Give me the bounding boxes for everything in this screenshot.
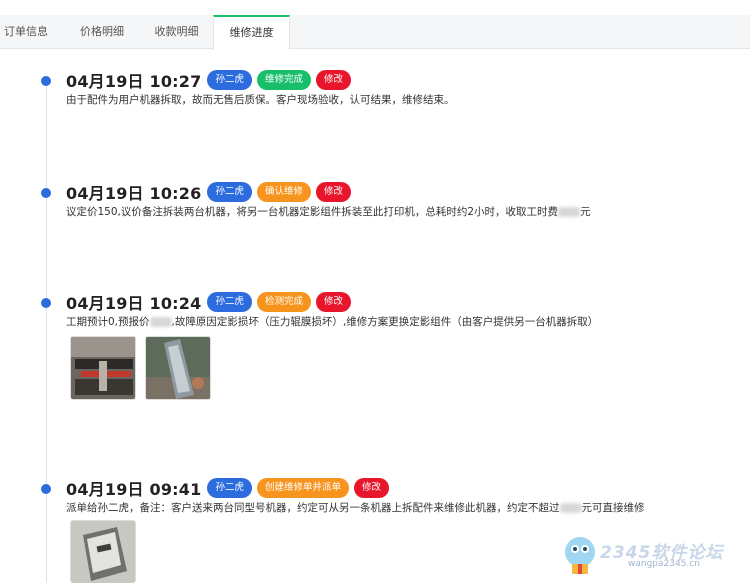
edit-button[interactable]: 修改 — [315, 70, 351, 90]
timeline-dot — [41, 484, 51, 494]
edit-button[interactable]: 修改 — [315, 182, 351, 202]
entry-time: 04月19日 10:26 — [66, 184, 202, 203]
technician-badge[interactable]: 孙二虎 — [207, 70, 252, 90]
mascot-icon — [565, 537, 595, 574]
redacted-amount — [559, 503, 582, 513]
timeline-dot — [41, 188, 51, 198]
technician-badge[interactable]: 孙二虎 — [207, 292, 252, 312]
status-badge: 确认维修 — [256, 182, 311, 202]
fuser-photo-1[interactable] — [70, 336, 136, 400]
technician-badge[interactable]: 孙二虎 — [207, 182, 252, 202]
status-badge: 检测完成 — [256, 292, 311, 312]
entry-time: 04月19日 09:41 — [66, 480, 202, 499]
entry-description: 议定价150,议价备注拆装两台机器，将另一台机器定影组件拆装至此打印机，总耗时约… — [66, 206, 591, 218]
entry-time: 04月19日 10:27 — [66, 72, 202, 91]
timeline-dot — [41, 76, 51, 86]
entry-time: 04月19日 10:24 — [66, 294, 202, 313]
status-badge: 维修完成 — [256, 70, 311, 90]
tab-price-detail[interactable]: 价格明细 — [64, 15, 140, 49]
edit-button[interactable]: 修改 — [315, 292, 351, 312]
printer-part-photo[interactable] — [70, 520, 136, 583]
watermark: 2345软件论坛 wangpa2345.cn — [560, 528, 750, 583]
tab-repair-progress[interactable]: 维修进度 — [213, 15, 290, 50]
technician-badge[interactable]: 孙二虎 — [207, 478, 252, 498]
entry-description: 工期预计0,预报价 ,故障原因定影损坏（压力辊膜损坏）,维修方案更换定影组件（由客… — [66, 316, 599, 328]
entry-description: 派单给孙二虎，备注：客户送来两台同型号机器，约定可从另一条机器上拆配件来维修此机… — [66, 502, 645, 514]
entry-header: 04月19日 10:24 孙二虎 检测完成 修改 — [66, 291, 356, 313]
tab-order-info[interactable]: 订单信息 — [0, 15, 52, 49]
entry-header: 04月19日 09:41 孙二虎 创建维修单并派单 修改 — [66, 477, 394, 499]
fuser-photo-2[interactable] — [145, 336, 211, 400]
tab-payment-detail[interactable]: 收款明细 — [140, 15, 213, 49]
watermark-url: wangpa2345.cn — [628, 559, 700, 569]
tab-bar: 订单信息 价格明细 收款明细 维修进度 — [0, 15, 750, 50]
edit-button[interactable]: 修改 — [353, 478, 389, 498]
timeline-dot — [41, 298, 51, 308]
timeline-line — [46, 78, 47, 583]
redacted-amount — [149, 317, 172, 327]
entry-header: 04月19日 10:27 孙二虎 维修完成 修改 — [66, 69, 356, 91]
status-badge: 创建维修单并派单 — [256, 478, 349, 498]
redacted-amount — [558, 207, 581, 217]
entry-description: 由于配件为用户机器拆取，故而无售后质保。客户现场验收，认可结果，维修结束。 — [66, 94, 455, 106]
entry-header: 04月19日 10:26 孙二虎 确认维修 修改 — [66, 181, 356, 203]
